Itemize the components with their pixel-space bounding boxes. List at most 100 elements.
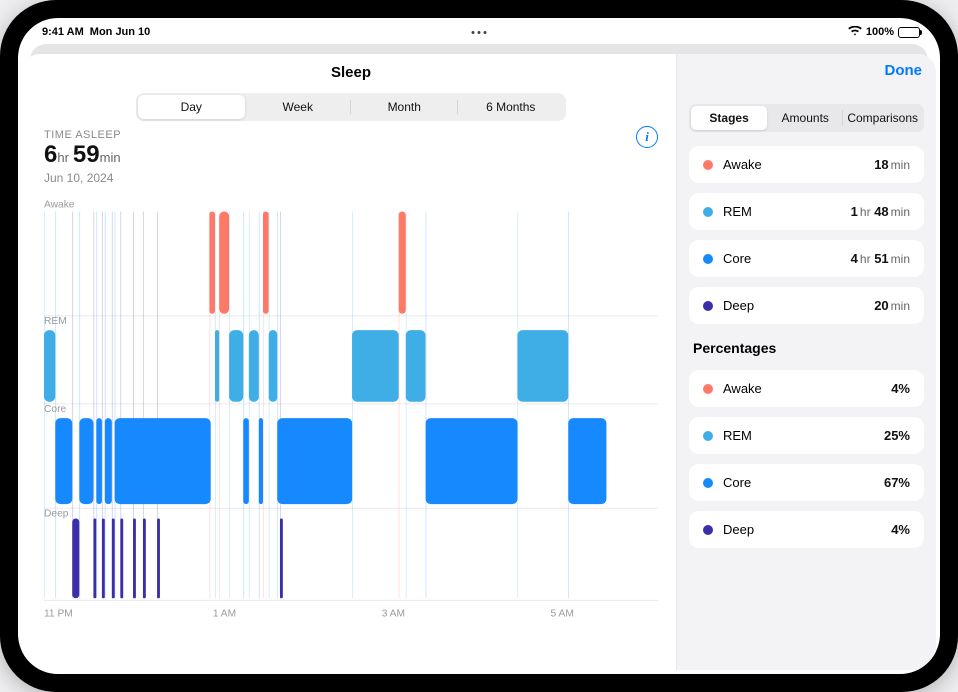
chart-segment-deep[interactable] — [280, 518, 283, 598]
chart-segment-core[interactable] — [277, 418, 352, 504]
sseg-amounts[interactable]: Amounts — [767, 106, 843, 130]
percent-value: 67% — [884, 475, 910, 490]
battery-icon — [898, 27, 920, 38]
chart-header: TIME ASLEEP 6hr59min Jun 10, 2024 — [44, 129, 658, 185]
dot-rem — [703, 207, 713, 217]
wifi-icon — [848, 26, 862, 39]
sseg-comparisons[interactable]: Comparisons — [843, 106, 922, 130]
stage-hours: 1 — [851, 204, 858, 219]
percent-name: Core — [723, 475, 884, 490]
chart-segment-rem[interactable] — [229, 330, 243, 402]
stage-name: Core — [723, 251, 851, 266]
chart-segment-rem[interactable] — [269, 330, 277, 402]
dot-core — [703, 254, 713, 264]
minutes-value: 59 — [73, 141, 100, 168]
chart-segment-core[interactable] — [259, 418, 263, 504]
multitasking-dots[interactable] — [472, 31, 487, 34]
chart-segment-deep[interactable] — [120, 518, 123, 598]
status-bar: 9:41 AM Mon Jun 10 100% — [18, 18, 940, 42]
stage-row-deep[interactable]: Deep 20min — [689, 287, 924, 324]
seg-week[interactable]: Week — [245, 95, 352, 119]
stage-value: 18 — [874, 157, 888, 172]
stage-unit: min — [891, 299, 910, 313]
chart-segment-core[interactable] — [243, 418, 249, 504]
stage-name: Awake — [723, 157, 874, 172]
seg-month[interactable]: Month — [351, 95, 458, 119]
percent-row-deep[interactable]: Deep 4% — [689, 511, 924, 548]
chart-segment-core[interactable] — [426, 418, 518, 504]
chart-segment-core[interactable] — [105, 418, 112, 504]
info-icon: i — [645, 129, 649, 145]
chart-segment-awake[interactable] — [219, 211, 229, 313]
dot-rem — [703, 431, 713, 441]
dot-deep — [703, 525, 713, 535]
done-button[interactable]: Done — [885, 62, 923, 79]
percent-name: Awake — [723, 381, 891, 396]
status-date: Mon Jun 10 — [90, 26, 151, 38]
chart-segment-rem[interactable] — [215, 330, 219, 402]
info-button[interactable]: i — [636, 126, 658, 148]
x-tick-3am: 3 AM — [382, 609, 405, 620]
chart-segment-core[interactable] — [79, 418, 93, 504]
status-time: 9:41 AM — [42, 26, 84, 38]
nav-bar: Sleep — [44, 64, 658, 87]
percent-name: Deep — [723, 522, 891, 537]
chart-segment-awake[interactable] — [263, 211, 269, 313]
device-frame: 9:41 AM Mon Jun 10 100% Sleep — [0, 0, 958, 692]
hours-value: 6 — [44, 141, 57, 168]
page-title: Sleep — [331, 64, 371, 81]
stage-value: 20 — [874, 298, 888, 313]
chart-segment-deep[interactable] — [72, 518, 79, 598]
chart-segment-deep[interactable] — [112, 518, 115, 598]
chart-segment-deep[interactable] — [93, 518, 96, 598]
stage-row-core[interactable]: Core 4hr 51min — [689, 240, 924, 277]
hours-unit: hr — [57, 150, 69, 165]
time-asleep-label: TIME ASLEEP — [44, 129, 658, 141]
stage-row-awake[interactable]: Awake 18min — [689, 146, 924, 183]
dot-core — [703, 478, 713, 488]
x-tick-5am: 5 AM — [551, 609, 574, 620]
lane-label-awake: Awake — [44, 199, 75, 210]
percent-row-core[interactable]: Core 67% — [689, 464, 924, 501]
chart-segment-deep[interactable] — [157, 518, 160, 598]
chart-segment-awake[interactable] — [399, 211, 406, 313]
chart-segment-rem[interactable] — [517, 330, 568, 402]
seg-6months[interactable]: 6 Months — [458, 95, 565, 119]
content-sheet: Sleep Day Week Month 6 Months TIME ASLEE… — [22, 54, 936, 670]
stage-minutes: 51 — [874, 251, 888, 266]
chart-segment-rem[interactable] — [249, 330, 259, 402]
chart-date: Jun 10, 2024 — [44, 171, 658, 185]
time-asleep-value: 6hr59min — [44, 141, 658, 169]
chart-segment-core[interactable] — [96, 418, 102, 504]
stage-name: Deep — [723, 298, 874, 313]
stage-unit: min — [891, 205, 910, 219]
dot-awake — [703, 160, 713, 170]
chart-segment-awake[interactable] — [209, 211, 215, 313]
stage-row-rem[interactable]: REM 1hr 48min — [689, 193, 924, 230]
range-segmented-control[interactable]: Day Week Month 6 Months — [136, 93, 566, 121]
x-tick-1am: 1 AM — [213, 609, 236, 620]
chart-segment-deep[interactable] — [143, 518, 146, 598]
percent-name: REM — [723, 428, 884, 443]
x-tick-11pm: 11 PM — [44, 609, 73, 620]
stage-hr-unit: hr — [860, 252, 871, 266]
chart-segment-core[interactable] — [115, 418, 211, 504]
percentages-title: Percentages — [693, 340, 924, 356]
chart-segment-core[interactable] — [568, 418, 606, 504]
sseg-stages[interactable]: Stages — [691, 106, 767, 130]
chart-segment-deep[interactable] — [133, 518, 136, 598]
side-segmented-control[interactable]: Stages Amounts Comparisons — [689, 104, 924, 132]
chart-segment-rem[interactable] — [406, 330, 426, 402]
percent-row-rem[interactable]: REM 25% — [689, 417, 924, 454]
chart-segment-rem[interactable] — [44, 330, 55, 402]
battery-percentage: 100% — [866, 26, 894, 38]
chart-segment-core[interactable] — [55, 418, 72, 504]
chart-segment-deep[interactable] — [102, 518, 105, 598]
stage-unit: min — [891, 158, 910, 172]
percent-row-awake[interactable]: Awake 4% — [689, 370, 924, 407]
dot-awake — [703, 384, 713, 394]
chart-segment-rem[interactable] — [352, 330, 399, 402]
stage-hr-unit: hr — [860, 205, 871, 219]
seg-day[interactable]: Day — [138, 95, 245, 119]
sleep-stages-chart[interactable]: Awake REM Core Deep 11 PM 1 AM 3 AM 5 AM — [44, 191, 658, 631]
